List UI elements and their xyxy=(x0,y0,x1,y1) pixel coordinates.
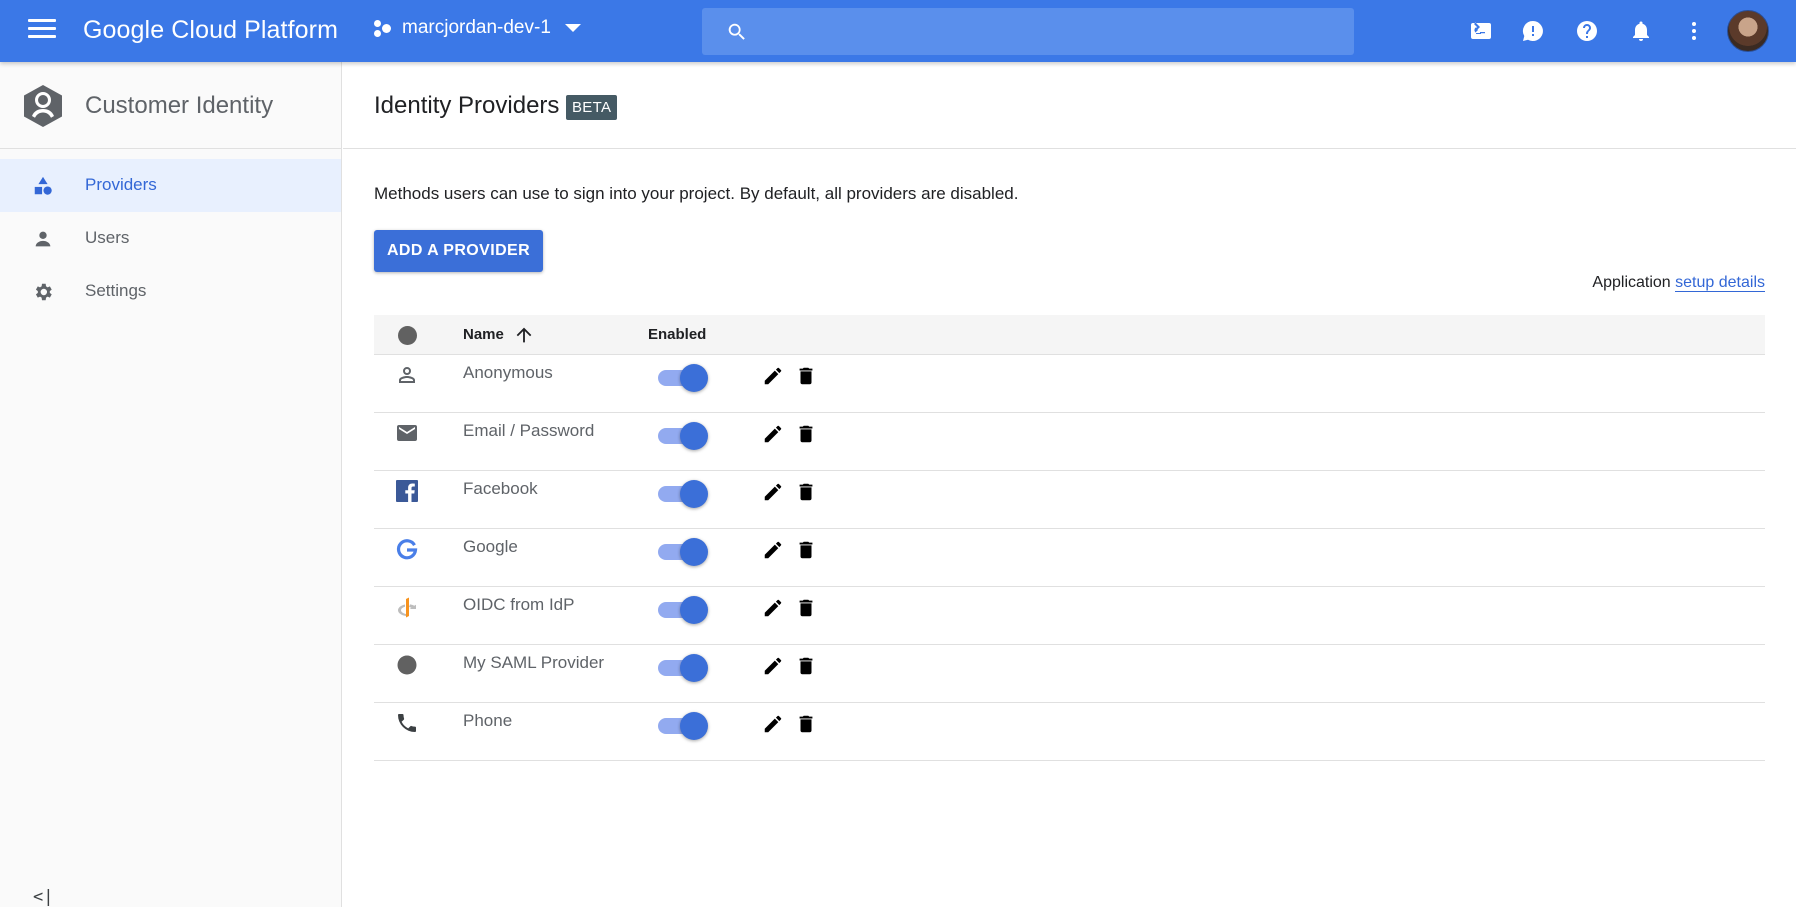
table-header: Name Enabled xyxy=(374,315,1765,355)
enabled-toggle[interactable] xyxy=(658,712,708,740)
sidebar-item-settings[interactable]: Settings xyxy=(0,265,341,318)
delete-icon[interactable] xyxy=(795,713,817,735)
enabled-toggle[interactable] xyxy=(658,654,708,682)
provider-name: Phone xyxy=(463,711,513,730)
openid-icon xyxy=(398,597,416,618)
table-row: Google xyxy=(374,529,1765,587)
beta-badge: BETA xyxy=(566,95,618,120)
phone-icon xyxy=(398,714,416,732)
project-picker[interactable]: marcjordan-dev-1 xyxy=(372,17,581,39)
top-app-bar: Google Cloud Platform marcjordan-dev-1 xyxy=(0,0,1796,62)
person-icon xyxy=(35,231,51,247)
search-icon xyxy=(728,23,745,40)
provider-name: Facebook xyxy=(463,479,538,498)
table-row: OIDC from IdP xyxy=(374,587,1765,645)
sidebar-item-label: Users xyxy=(85,228,130,247)
shapes-icon xyxy=(34,176,52,195)
provider-name: Anonymous xyxy=(463,363,553,382)
delete-icon[interactable] xyxy=(795,539,817,561)
notifications-icon[interactable] xyxy=(1629,19,1653,43)
customer-identity-logo-icon xyxy=(24,85,62,127)
column-header-enabled: Enabled xyxy=(648,326,707,343)
project-name: marcjordan-dev-1 xyxy=(402,17,551,38)
table-row: Phone xyxy=(374,703,1765,761)
delete-icon[interactable] xyxy=(795,655,817,677)
sidebar-item-label: Settings xyxy=(85,281,147,300)
edit-icon[interactable] xyxy=(762,539,784,561)
providers-table: Name Enabled Anonymous Email / Password … xyxy=(374,315,1765,761)
person-outline-icon xyxy=(399,367,415,383)
page-header: Identity Providers BETA xyxy=(343,62,1796,149)
provider-name: Google xyxy=(463,537,518,556)
delete-icon[interactable] xyxy=(795,365,817,387)
menu-icon[interactable] xyxy=(28,19,56,43)
sidebar-item-users[interactable]: Users xyxy=(0,212,341,265)
sidebar-header: Customer Identity xyxy=(0,62,341,149)
edit-icon[interactable] xyxy=(762,423,784,445)
project-icon xyxy=(372,18,394,38)
delete-icon[interactable] xyxy=(795,481,817,503)
add-provider-button[interactable]: ADD A PROVIDER xyxy=(374,230,543,272)
delete-icon[interactable] xyxy=(795,423,817,445)
account-avatar[interactable] xyxy=(1727,10,1769,52)
enabled-toggle[interactable] xyxy=(658,596,708,624)
edit-icon[interactable] xyxy=(762,365,784,387)
search-bar[interactable] xyxy=(702,8,1354,55)
enabled-toggle[interactable] xyxy=(658,538,708,566)
enabled-toggle[interactable] xyxy=(658,422,708,450)
delete-icon[interactable] xyxy=(795,597,817,619)
sidebar-item-label: Providers xyxy=(85,175,157,194)
setup-details-text: Application setup details xyxy=(1592,274,1765,292)
google-icon xyxy=(396,539,418,560)
saml-dot-icon xyxy=(397,655,417,675)
sidebar: Customer Identity Providers Users Settin… xyxy=(0,62,342,907)
setup-details-link[interactable]: setup details xyxy=(1675,274,1765,292)
email-icon xyxy=(397,425,417,441)
facebook-icon xyxy=(396,480,418,502)
edit-icon[interactable] xyxy=(762,481,784,503)
search-input[interactable] xyxy=(762,8,1342,55)
edit-icon[interactable] xyxy=(762,655,784,677)
provider-name: My SAML Provider xyxy=(463,653,605,672)
status-column-icon xyxy=(398,326,417,345)
more-vert-icon[interactable] xyxy=(1682,19,1706,43)
edit-icon[interactable] xyxy=(762,597,784,619)
page-description: Methods users can use to sign into your … xyxy=(374,184,1019,203)
table-row: Anonymous xyxy=(374,355,1765,413)
enabled-toggle[interactable] xyxy=(658,364,708,392)
sort-ascending-icon[interactable] xyxy=(513,324,535,346)
column-header-name[interactable]: Name xyxy=(463,326,504,343)
sidebar-title: Customer Identity xyxy=(85,92,274,119)
provider-name: OIDC from IdP xyxy=(463,595,575,614)
cloud-shell-icon[interactable] xyxy=(1469,19,1493,43)
page-title: Identity Providers xyxy=(374,92,560,119)
caret-down-icon xyxy=(564,24,581,32)
sidebar-item-providers[interactable]: Providers xyxy=(0,159,341,212)
gear-icon xyxy=(35,283,52,301)
edit-icon[interactable] xyxy=(762,713,784,735)
enabled-toggle[interactable] xyxy=(658,480,708,508)
setup-prefix: Application xyxy=(1592,274,1671,291)
main-content: Identity Providers BETA Methods users ca… xyxy=(343,62,1796,907)
table-row: Facebook xyxy=(374,471,1765,529)
provider-name: Email / Password xyxy=(463,421,595,440)
help-icon[interactable] xyxy=(1575,19,1599,43)
product-name[interactable]: Google Cloud Platform xyxy=(83,16,338,45)
collapse-sidebar-button[interactable]: <| xyxy=(33,887,53,907)
table-row: My SAML Provider xyxy=(374,645,1765,703)
feedback-icon[interactable] xyxy=(1521,19,1545,43)
table-row: Email / Password xyxy=(374,413,1765,471)
